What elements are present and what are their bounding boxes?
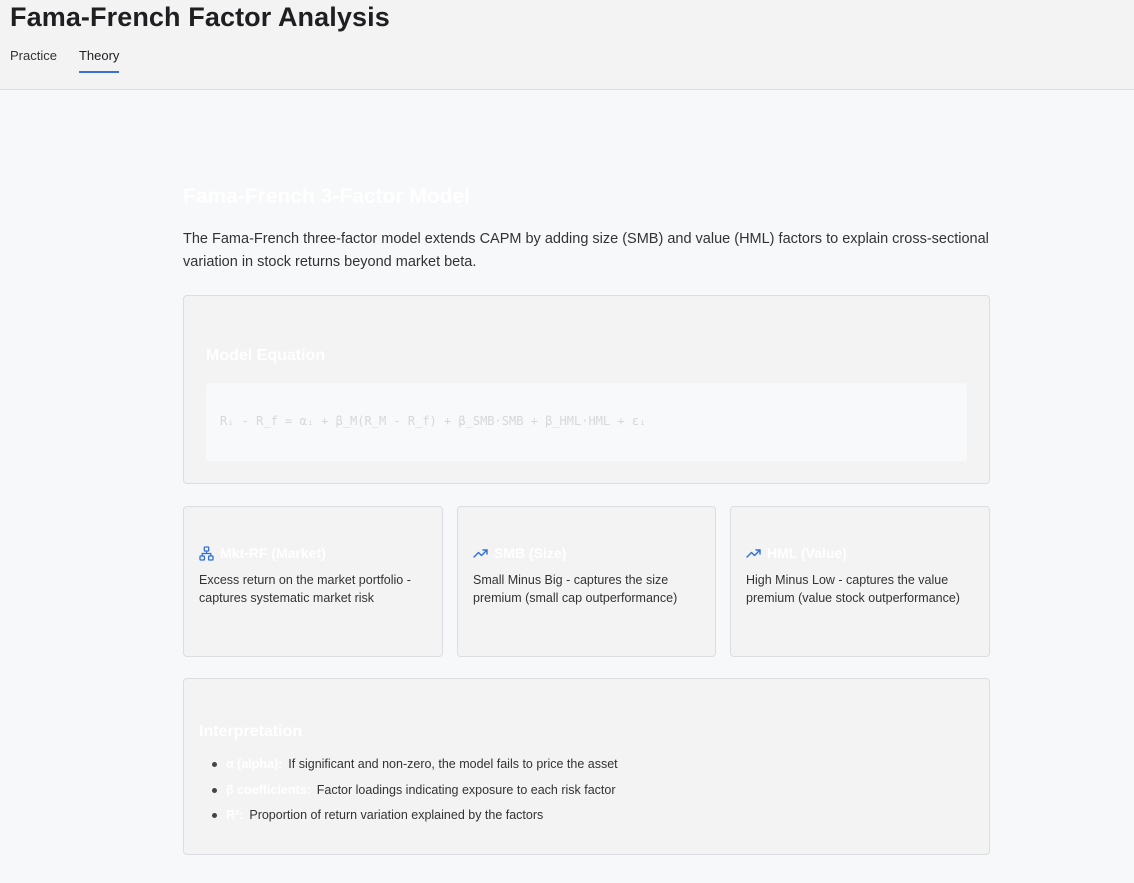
- factor-description: Small Minus Big - captures the size prem…: [473, 573, 678, 605]
- term-description: Factor loadings indicating exposure to e…: [316, 782, 616, 797]
- term-description: Proportion of return variation explained…: [249, 808, 544, 822]
- interpretation-list: α (alpha): If significant and non-zero, t…: [212, 755, 618, 832]
- section-title: Fama-French 3-Factor Model: [183, 185, 471, 208]
- trending-up-icon: [473, 546, 488, 561]
- list-item: α (alpha): If significant and non-zero, t…: [212, 755, 618, 773]
- trending-up-icon: [746, 546, 761, 561]
- equation-box: Rᵢ - R_f = αᵢ + β_M(R_M - R_f) + β_SMB·S…: [206, 383, 967, 461]
- list-item: R²: Proportion of return variation explai…: [212, 806, 618, 824]
- factor-title: HML (Value): [767, 545, 847, 561]
- tab-bar: Practice Theory: [10, 48, 141, 73]
- interpretation-card: Interpretation α (alpha): If significant …: [183, 678, 990, 855]
- network-icon: [199, 545, 214, 561]
- factor-title: Mkt-RF (Market): [220, 545, 326, 561]
- factor-header: Mkt-RF (Market): [199, 545, 326, 561]
- model-equation-card: Model Equation Rᵢ - R_f = αᵢ + β_M(R_M -…: [183, 295, 990, 484]
- factor-card-market: Mkt-RF (Market) Excess return on the mar…: [183, 506, 443, 657]
- intro-paragraph: The Fama-French three-factor model exten…: [183, 231, 989, 270]
- factor-title: SMB (Size): [494, 545, 567, 561]
- factor-description: Excess return on the market portfolio - …: [199, 573, 411, 605]
- equation-title: Model Equation: [206, 347, 326, 364]
- factor-header: SMB (Size): [473, 545, 566, 561]
- term-label: R²:: [226, 808, 244, 822]
- term-description: If significant and non-zero, the model f…: [288, 757, 618, 771]
- page-title: Fama-French Factor Analysis: [10, 2, 390, 32]
- tab-practice[interactable]: Practice: [10, 48, 57, 73]
- factor-card-value: HML (Value) High Minus Low - captures th…: [730, 506, 990, 657]
- interpretation-title: Interpretation: [199, 723, 303, 740]
- factor-header: HML (Value): [746, 545, 847, 561]
- term-label: α (alpha):: [226, 757, 283, 771]
- factor-card-size: SMB (Size) Small Minus Big - captures th…: [457, 506, 716, 657]
- tab-theory[interactable]: Theory: [78, 48, 120, 73]
- factor-description: High Minus Low - captures the value prem…: [746, 573, 960, 605]
- app-header: Fama-French Factor Analysis Practice The…: [0, 0, 1134, 90]
- list-item: β coefficients: Factor loadings indicatin…: [212, 781, 618, 799]
- equation-formula: Rᵢ - R_f = αᵢ + β_M(R_M - R_f) + β_SMB·S…: [220, 414, 647, 428]
- term-label: β coefficients:: [226, 782, 311, 797]
